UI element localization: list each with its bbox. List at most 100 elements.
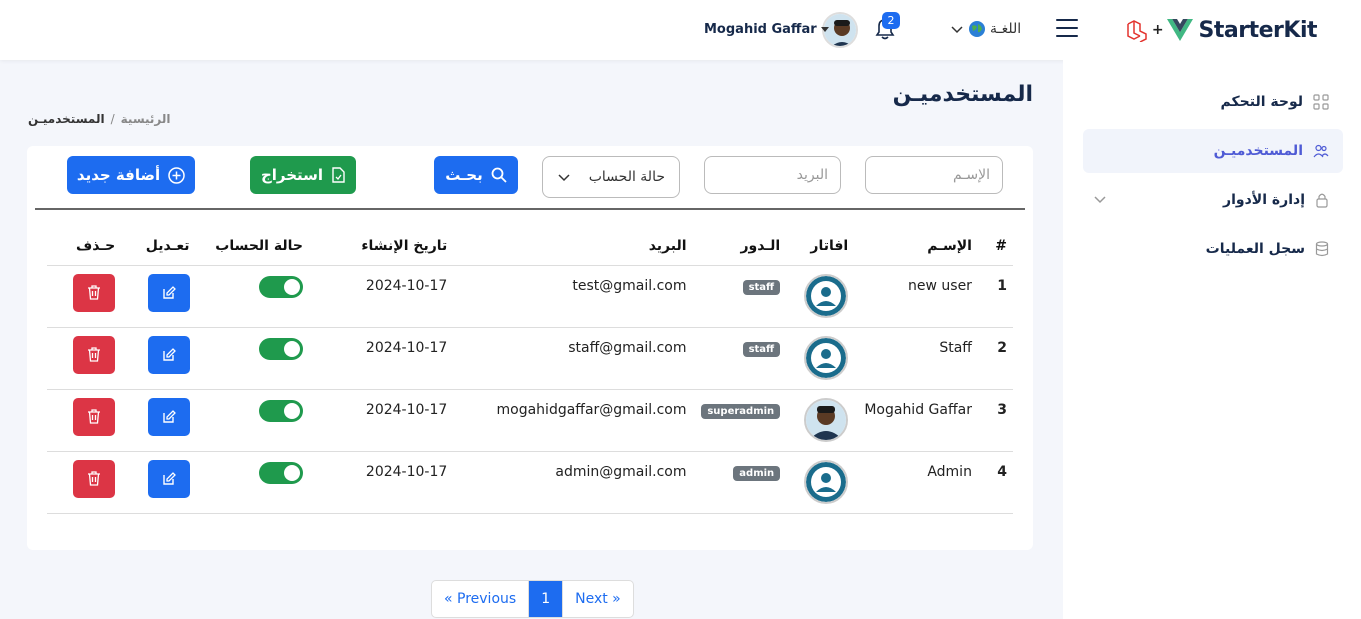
edit-button[interactable] — [147, 459, 190, 498]
role-badge: staff — [742, 279, 781, 295]
col-header-number: # — [977, 228, 1013, 266]
users-card: الإسـم البريد حالة الحساب بحـث استخراج أ… — [27, 146, 1033, 550]
status-toggle[interactable] — [258, 461, 303, 484]
language-selector[interactable]: اللغـة — [950, 20, 1021, 38]
user-avatar — [804, 273, 849, 318]
role-cell: admin — [692, 451, 787, 514]
role-cell: staff — [692, 265, 787, 328]
row-number: 3 — [977, 389, 1013, 452]
menu-toggle-button[interactable] — [1056, 19, 1078, 39]
role-cell: superadmin — [692, 389, 787, 452]
lock-icon — [1316, 193, 1328, 208]
user-name-cell: new user — [854, 265, 978, 328]
table-row: 4 Admin admin admin@gmail.com 2024-10-17 — [47, 451, 1013, 514]
status-cell — [195, 327, 309, 390]
status-select[interactable]: حالة الحساب — [542, 156, 680, 198]
user-menu[interactable]: Mogahid Gaffar — [704, 22, 829, 37]
col-header-role: الـدور — [692, 228, 787, 266]
plus-sign: + — [1151, 22, 1164, 38]
status-cell — [195, 389, 309, 452]
col-header-edit: تعـديل — [121, 228, 196, 266]
email-filter-input[interactable]: البريد — [704, 156, 841, 194]
role-badge: admin — [733, 465, 781, 481]
sidebar-item-label: لوحة التحكم — [1220, 94, 1303, 110]
user-name-cell: Admin — [854, 451, 978, 514]
status-toggle[interactable] — [258, 399, 303, 422]
avatar-cell — [786, 451, 855, 514]
delete-button[interactable] — [73, 273, 116, 312]
row-number: 2 — [977, 327, 1013, 390]
edit-button[interactable] — [147, 273, 190, 312]
brand-logos: + — [1125, 18, 1193, 42]
table-row: 1 new user staff test@gmail.com 2024-10-… — [47, 265, 1013, 328]
breadcrumb-home[interactable]: الرئيسية — [121, 112, 171, 126]
col-header-email: البريد — [453, 228, 693, 266]
col-header-status: حالة الحساب — [195, 228, 309, 266]
created-date-cell: 2024-10-17 — [308, 327, 454, 390]
user-avatar — [804, 397, 849, 442]
delete-button[interactable] — [73, 335, 116, 374]
avatar-cell — [786, 265, 855, 328]
sidebar-item-activity-log[interactable]: سجل العمليات — [1083, 227, 1343, 271]
sidebar-item-users[interactable]: المستخدميـن — [1083, 129, 1343, 173]
role-badge: staff — [742, 341, 781, 357]
edit-icon — [162, 347, 176, 361]
user-name-cell: Staff — [854, 327, 978, 390]
col-header-delete: حـذف — [47, 228, 122, 266]
delete-cell — [47, 451, 122, 514]
sidebar-item-label: المستخدميـن — [1213, 143, 1303, 159]
delete-button[interactable] — [73, 397, 116, 436]
table-header-row: # الإسـم افاتار الـدور البريد تاريخ الإن… — [47, 228, 1013, 266]
grid-icon — [1313, 94, 1329, 110]
delete-cell — [47, 389, 122, 452]
table-row: 3 Mogahid Gaffar superadmin mogahidgaffa… — [47, 389, 1013, 452]
sidebar-item-roles[interactable]: إدارة الأدوار — [1083, 178, 1343, 222]
page-title: المستخدميـن — [892, 82, 1033, 107]
avatar-cell — [786, 327, 855, 390]
search-button[interactable]: بحـث — [434, 156, 518, 194]
email-cell: mogahidgaffar@gmail.com — [453, 389, 693, 452]
chevron-down-icon — [558, 174, 570, 182]
role-badge: superadmin — [701, 403, 781, 419]
breadcrumb-current: المستخدميـن — [28, 112, 105, 126]
created-date-cell: 2024-10-17 — [308, 451, 454, 514]
chevron-down-icon — [1094, 196, 1106, 204]
laravel-logo-icon — [1127, 20, 1147, 42]
prev-page-button[interactable]: « Previous — [432, 581, 528, 617]
brand[interactable]: + StarterKit — [1125, 14, 1341, 46]
name-filter-input[interactable]: الإسـم — [865, 156, 1003, 194]
edit-button[interactable] — [147, 397, 190, 436]
created-date-cell: 2024-10-17 — [308, 265, 454, 328]
row-number: 1 — [977, 265, 1013, 328]
sidebar-item-dashboard[interactable]: لوحة التحكم — [1083, 80, 1343, 124]
page-1-button[interactable]: 1 — [528, 581, 563, 617]
user-name-cell: Mogahid Gaffar — [854, 389, 978, 452]
trash-icon — [88, 471, 101, 486]
next-page-button[interactable]: Next » — [562, 581, 633, 617]
filter-divider — [35, 208, 1025, 210]
status-cell — [195, 451, 309, 514]
status-toggle[interactable] — [258, 275, 303, 298]
delete-cell — [47, 327, 122, 390]
sidebar-item-label: إدارة الأدوار — [1223, 192, 1305, 208]
file-export-icon — [332, 167, 345, 183]
edit-button[interactable] — [147, 335, 190, 374]
add-new-button[interactable]: أضافة جديد — [67, 156, 195, 194]
col-header-name: الإسـم — [854, 228, 978, 266]
caret-down-icon — [820, 27, 829, 32]
globe-icon — [969, 21, 985, 37]
delete-button[interactable] — [73, 459, 116, 498]
database-icon — [1315, 241, 1329, 257]
edit-icon — [162, 471, 176, 485]
col-header-created: تاريخ الإنشاء — [308, 228, 454, 266]
status-toggle[interactable] — [258, 337, 303, 360]
language-label: اللغـة — [990, 21, 1022, 37]
plus-circle-icon — [168, 166, 185, 184]
top-bar: + StarterKit اللغـة 2 Mogahid Gaffar — [0, 0, 1361, 60]
export-button[interactable]: استخراج — [250, 156, 356, 194]
sidebar: لوحة التحكم المستخدميـن إدارة الأدوار سج… — [1063, 60, 1361, 619]
user-avatar — [804, 335, 849, 380]
trash-icon — [88, 409, 101, 424]
created-date-cell: 2024-10-17 — [308, 389, 454, 452]
edit-cell — [121, 451, 196, 514]
